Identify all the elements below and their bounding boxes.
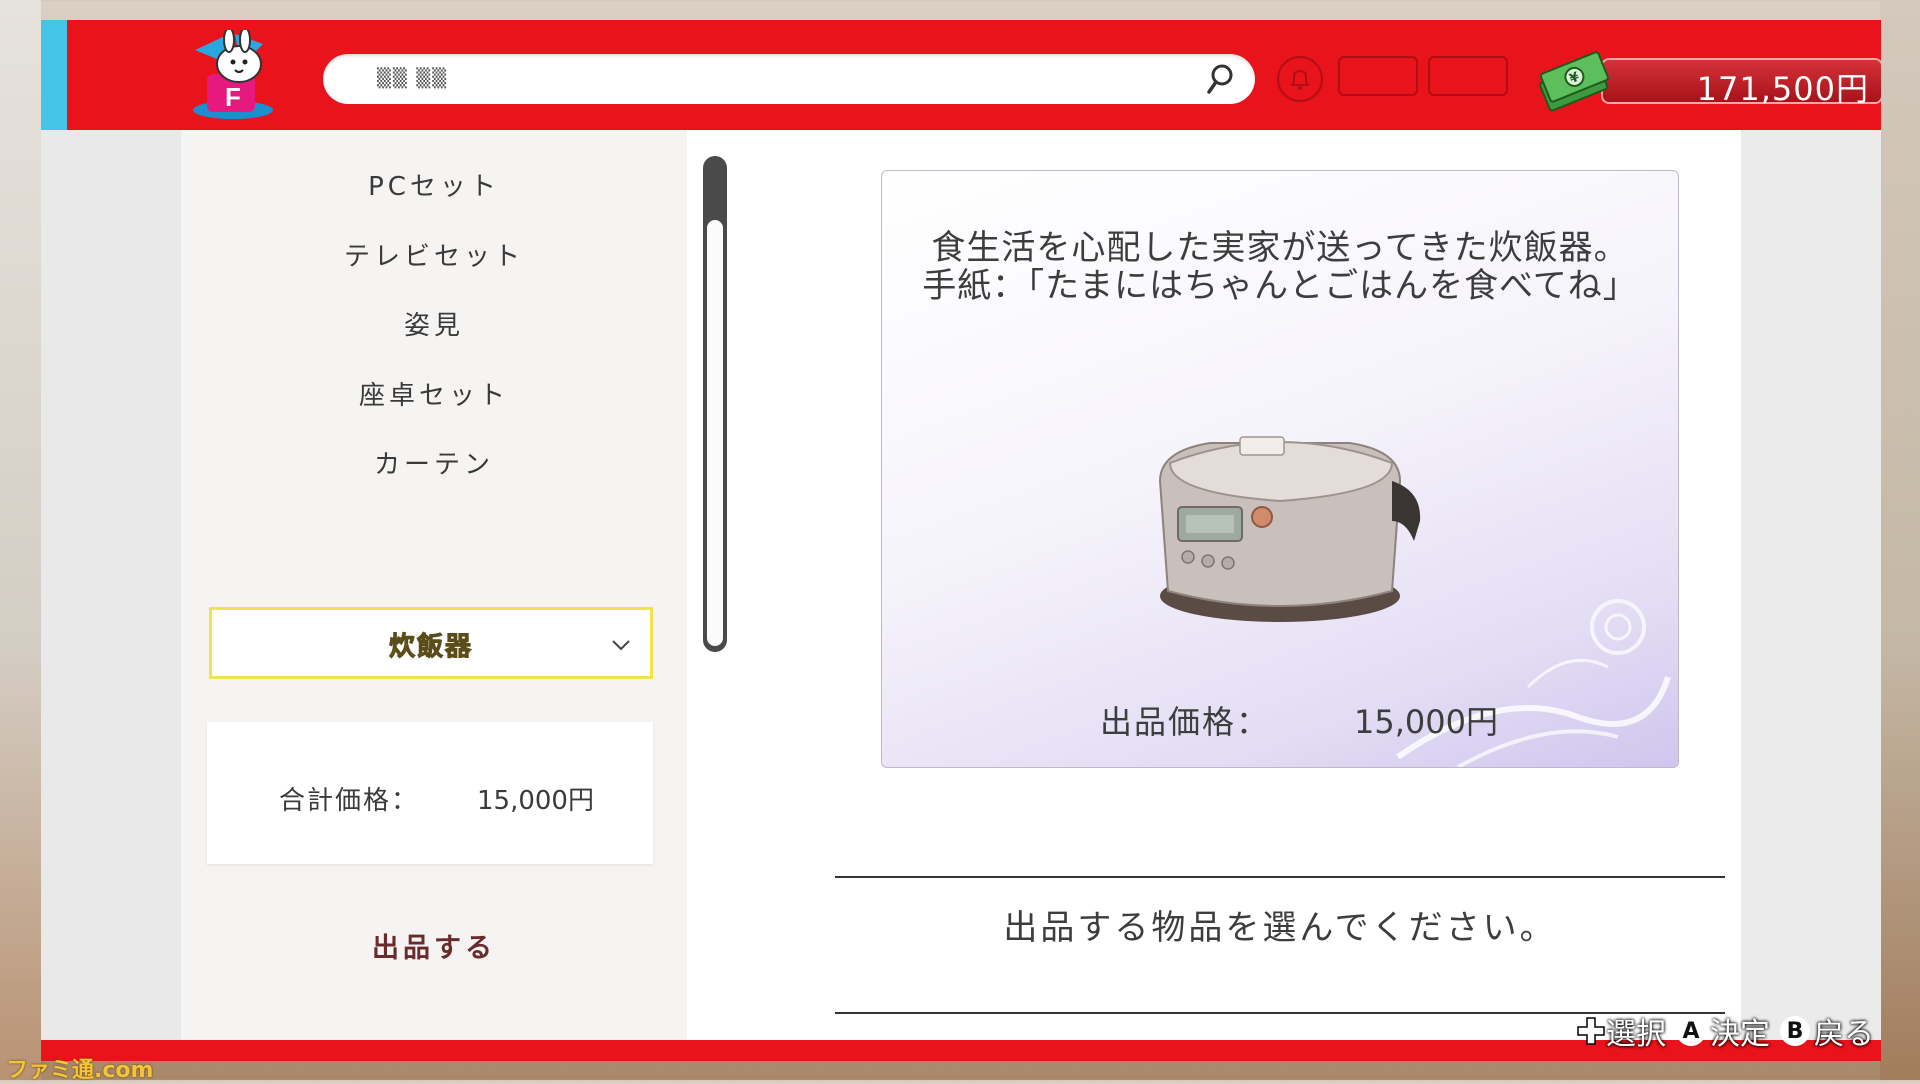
svg-text:F: F [225, 82, 241, 112]
left-gutter [41, 130, 181, 1050]
b-button-icon: B [1780, 1016, 1810, 1046]
hint-confirm: A 決定 [1676, 1009, 1770, 1053]
menu-item-curtain[interactable]: カーテン [181, 444, 687, 481]
scrollbar-thumb[interactable] [707, 220, 723, 646]
item-detail-card: 食生活を心配した実家が送ってきた炊飯器。 手紙：「たまにはちゃんとごはんを食べて… [881, 170, 1679, 768]
menu-item-pc-set[interactable]: PCセット [181, 166, 687, 203]
item-description-line2: 手紙：「たまにはちゃんとごはんを食べてね」 [922, 266, 1638, 306]
bell-icon [1290, 69, 1310, 90]
a-button-icon: A [1676, 1016, 1706, 1046]
instruction-text: 出品する物品を選んでください。 [1003, 908, 1557, 948]
right-gutter [1741, 130, 1881, 1050]
total-price-value: 15,000円 [477, 786, 594, 816]
total-price-card: 合計価格： 15,000円 [207, 722, 653, 864]
hint-select: 選択 [1576, 1009, 1666, 1053]
submit-listing-button[interactable]: 出品する [181, 926, 687, 965]
header-bar: F ▒▒ ▒▒ 171,500円 ¥ [41, 20, 1881, 130]
item-description: 食生活を心配した実家が送ってきた炊飯器。 手紙：「たまにはちゃんとごはんを食べて… [882, 229, 1678, 305]
main-panel: 食生活を心配した実家が送ってきた炊飯器。 手紙：「たまにはちゃんとごはんを食べて… [687, 130, 1741, 1050]
market-app-window: F ▒▒ ▒▒ 171,500円 ¥ PCセット テレビセット 姿見 座卓セット… [41, 20, 1881, 1061]
search-input-text: ▒▒ ▒▒ [377, 68, 449, 89]
dpad-icon [1577, 1017, 1605, 1045]
background-room-left [0, 0, 41, 1080]
app-logo-icon: F [193, 30, 273, 119]
header-button-2[interactable] [1428, 56, 1508, 96]
header-accent-stripe [41, 20, 67, 130]
item-description-line1: 食生活を心配した実家が送ってきた炊飯器。 [931, 228, 1629, 268]
listing-price-label: 出品価格： [1100, 703, 1271, 741]
background-room-right [1880, 0, 1920, 1080]
menu-item-tv-set[interactable]: テレビセット [181, 236, 687, 273]
watermark-logo: ファミ通.com [6, 1058, 154, 1083]
scrollbar[interactable] [703, 156, 727, 652]
money-amount: 171,500円 [1696, 70, 1869, 108]
hint-back: B 戻る [1780, 1009, 1874, 1053]
controller-hints: 選択 A 決定 B 戻る [1576, 1008, 1874, 1054]
total-price-label: 合計価格： [279, 786, 420, 816]
hint-confirm-label: 決定 [1710, 1017, 1770, 1052]
search-icon[interactable] [1203, 62, 1237, 96]
hint-back-label: 戻る [1814, 1017, 1874, 1052]
rice-cooker-icon [1158, 436, 1421, 622]
menu-item-mirror[interactable]: 姿見 [181, 305, 687, 342]
chevron-down-icon [612, 640, 630, 651]
header-button-1[interactable] [1338, 56, 1418, 96]
search-bar[interactable]: ▒▒ ▒▒ [323, 54, 1255, 104]
hint-select-label: 選択 [1606, 1017, 1666, 1052]
money-display: 171,500円 [1601, 58, 1881, 108]
selected-item-label: 炊飯器 [388, 632, 473, 663]
money-icon: ¥ [1539, 51, 1609, 112]
listing-price-value: 15,000円 [1354, 703, 1498, 741]
divider-top [835, 876, 1725, 878]
menu-item-table-set[interactable]: 座卓セット [181, 375, 687, 412]
menu-item-rice-cooker-selected[interactable]: 炊飯器 [209, 607, 653, 679]
notification-bell-button[interactable] [1277, 56, 1323, 102]
category-sidebar: PCセット テレビセット 姿見 座卓セット カーテン 炊飯器 合計価格： 15,… [181, 130, 687, 1050]
